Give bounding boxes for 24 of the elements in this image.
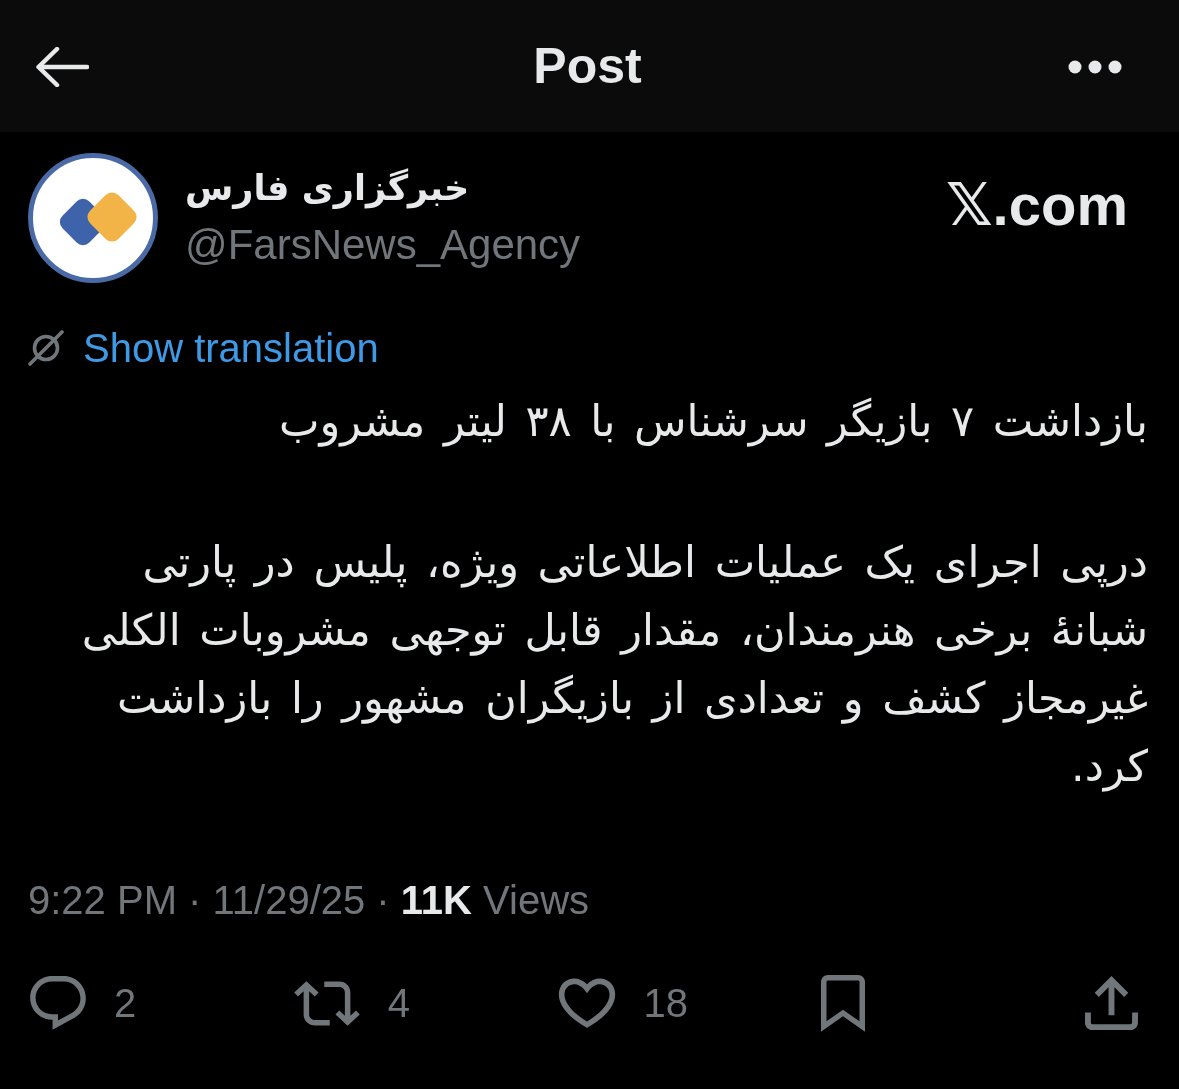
more-dots-icon — [1068, 60, 1122, 74]
slashed-circle-icon — [28, 330, 64, 366]
more-button[interactable] — [1068, 60, 1122, 74]
speech-bubble-icon — [30, 976, 86, 1030]
avatar-logo-icon[interactable] — [28, 153, 158, 283]
back-button[interactable] — [35, 47, 89, 87]
post-text: درپی اجرای یک عملیات اطلاعاتی ویژه، پلیس در پارتی شبانهٔ برخی هنرمندان، مقدار قابل توجهی مشروبات الکلی غیرمجاز کشف و تعدادی از بازیگران مشهور را بازداشت کرد. — [80, 536, 1148, 794]
share-icon — [1085, 976, 1138, 1030]
repost-button[interactable]: 4 — [293, 974, 410, 1032]
reply-button[interactable]: 2 — [30, 974, 137, 1032]
back-arrow-icon — [35, 47, 89, 87]
repost-arrows-icon — [293, 980, 360, 1026]
author-handle[interactable]: @FarsNews_Agency — [185, 220, 581, 270]
page-title: Post — [533, 38, 642, 94]
bookmark-button[interactable] — [821, 974, 866, 1032]
heart-icon — [557, 978, 616, 1028]
source-label: 𝕏.com — [945, 173, 1128, 237]
like-button[interactable]: 18 — [557, 974, 688, 1032]
bookmark-icon — [821, 974, 866, 1032]
post-timestamp-views: 9:22 PM · 11/29/25 · 11K Views — [28, 878, 590, 922]
share-button[interactable] — [1085, 974, 1138, 1032]
post-text: بازداشت ۷ بازیگر سرشناس با ۳۸ لیتر مشروب — [277, 395, 1148, 449]
show-translation-link[interactable]: Show translation — [28, 325, 379, 371]
author-name[interactable]: خبرگزاری فارس — [185, 165, 470, 211]
